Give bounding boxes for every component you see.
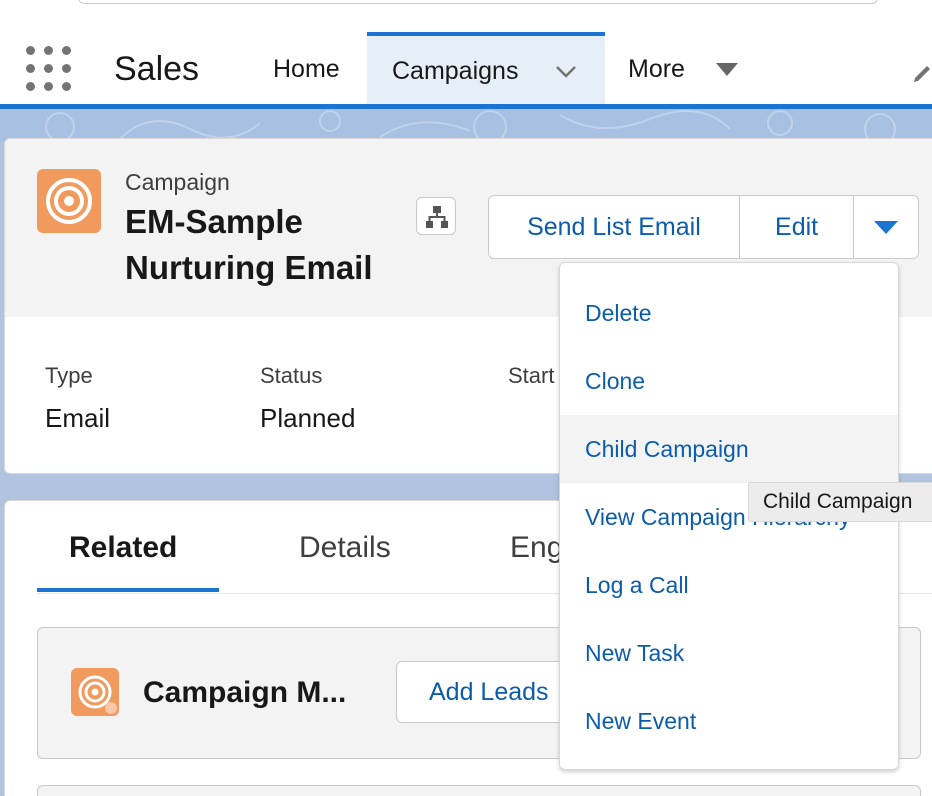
global-search-input[interactable] (78, 0, 878, 4)
record-actions-button-group: Send List Email Edit (488, 195, 919, 259)
field-value: Planned (260, 403, 356, 433)
menu-item-new-task[interactable]: New Task (560, 619, 898, 687)
object-type-label: Campaign (125, 169, 230, 195)
caret-down-icon[interactable] (716, 63, 738, 76)
view-hierarchy-button[interactable] (416, 197, 456, 235)
field-label: Status (260, 363, 323, 388)
nav-tab-campaigns-label: Campaigns (392, 56, 519, 85)
tab-engagement[interactable]: Eng (510, 531, 563, 565)
menu-item-child-campaign[interactable]: Child Campaign (560, 415, 898, 483)
menu-item-new-event[interactable]: New Event (560, 687, 898, 755)
decorative-background-pattern (0, 109, 932, 141)
field-type: Type Email (45, 363, 110, 434)
campaign-target-icon (37, 169, 101, 233)
more-actions-button[interactable] (854, 196, 918, 258)
tab-related[interactable]: Related (69, 531, 177, 565)
next-related-list (37, 785, 921, 796)
app-launcher-icon[interactable] (26, 46, 72, 92)
field-status: Status Planned (260, 363, 355, 434)
chevron-down-icon[interactable] (555, 60, 577, 82)
tooltip: Child Campaign (748, 482, 932, 522)
global-header (0, 0, 932, 32)
campaign-members-icon (71, 668, 119, 716)
hierarchy-icon (426, 206, 448, 228)
active-tab-indicator (37, 588, 219, 592)
field-value: Email (45, 403, 111, 433)
field-label: Type (45, 363, 93, 388)
menu-item-clone[interactable]: Clone (560, 347, 898, 415)
menu-item-log-a-call[interactable]: Log a Call (560, 551, 898, 619)
caret-down-icon (874, 220, 899, 234)
field-label: Start (508, 363, 555, 388)
edit-button[interactable]: Edit (739, 196, 855, 258)
nav-tab-more[interactable]: More (628, 32, 685, 106)
nav-tab-home[interactable]: Home (273, 32, 340, 106)
menu-item-delete[interactable]: Delete (560, 279, 898, 347)
tab-details[interactable]: Details (299, 531, 391, 565)
related-list-title[interactable]: Campaign M... (143, 676, 346, 710)
send-list-email-button[interactable]: Send List Email (489, 196, 740, 258)
record-title: EM-Sample Nurturing Email (125, 203, 373, 286)
field-start: Start (508, 363, 554, 403)
pencil-icon[interactable] (912, 64, 932, 84)
app-name: Sales (114, 50, 200, 88)
